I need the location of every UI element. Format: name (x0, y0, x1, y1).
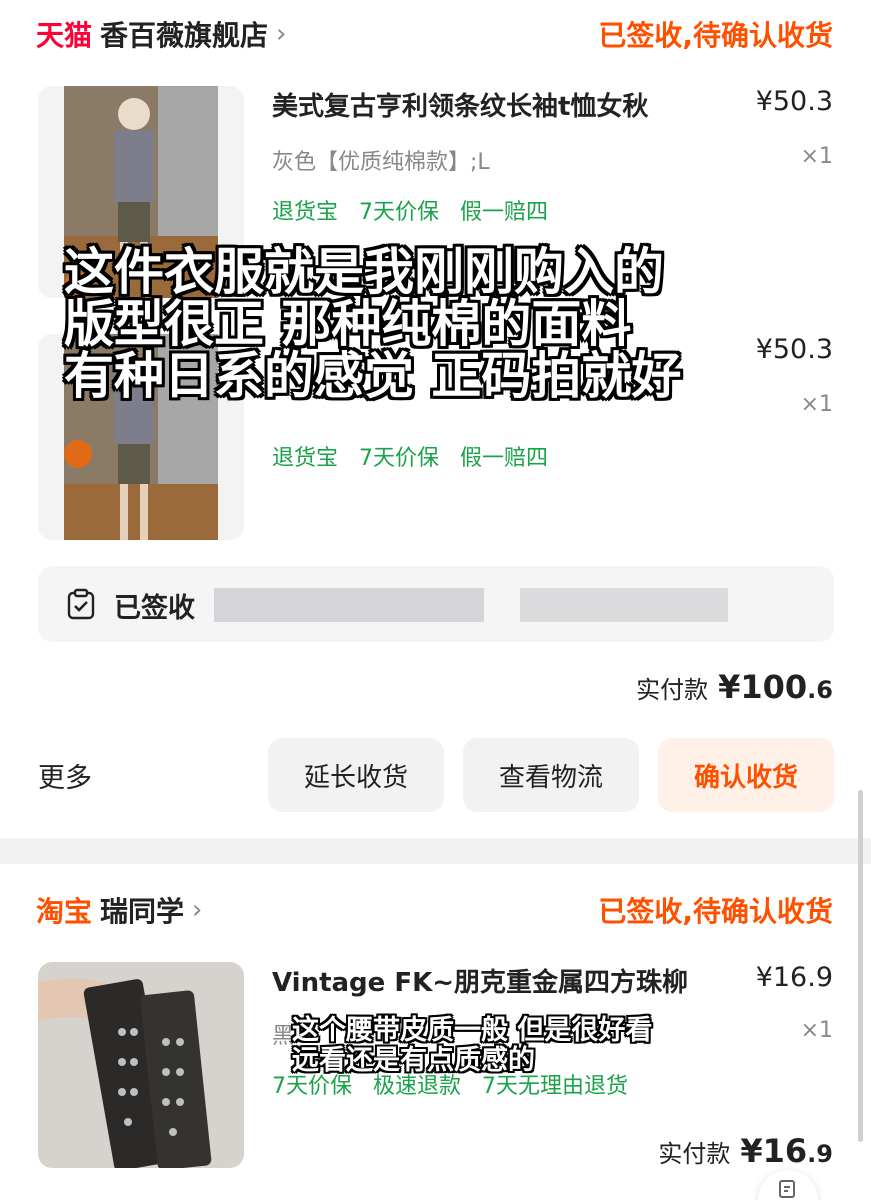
chevron-right-icon: › (276, 19, 287, 49)
product-price: ¥16.9 (755, 962, 833, 993)
store-header[interactable]: 淘宝 瑞同学 › (36, 890, 202, 930)
more-link[interactable]: 更多 (38, 756, 92, 795)
tmall-logo: 天猫 (36, 19, 93, 52)
store-name: 瑞同学 (100, 895, 185, 928)
tag: 7天价保 (272, 1074, 352, 1099)
floating-edit-button[interactable] (758, 1170, 818, 1200)
logistics-bar[interactable]: 已签收 (38, 566, 834, 642)
video-caption: 这件衣服就是我刚刚购入的 版型很正 那种纯棉的面料 有种日系的感觉 正码拍就好 (64, 246, 834, 402)
order-status: 已签收,待确认收货 (598, 895, 833, 928)
belt-photo-icon (38, 962, 244, 1168)
caption-line: 这个腰带皮质一般 但是很好看 (292, 1015, 653, 1046)
payment-label: 实付款 (658, 1140, 731, 1168)
product-image[interactable] (38, 962, 244, 1168)
tag: 极速退款 (373, 1074, 462, 1099)
video-caption: 这个腰带皮质一般 但是很好看 远看还是有点质感的 (292, 1016, 772, 1076)
logistics-status: 已签收 (114, 593, 195, 624)
product-sku: 灰色【优质纯棉款】;L (272, 150, 490, 175)
caption-line: 有种日系的感觉 正码拍就好 (64, 347, 682, 405)
tag: 退货宝 (272, 446, 339, 471)
redacted-text (520, 588, 728, 622)
clipboard-check-icon (67, 588, 95, 620)
payment-total: 实付款 ¥16.9 (658, 1132, 833, 1170)
product-price: ¥50.3 (755, 86, 833, 117)
payment-total: 实付款 ¥100.6 (636, 668, 833, 706)
product-title[interactable]: 美式复古亨利领条纹长袖t恤女秋 (272, 86, 722, 123)
scrollbar[interactable] (858, 790, 863, 1142)
guarantee-tags: 退货宝 7天价保 假一赔四 (272, 440, 562, 472)
chevron-right-icon: › (192, 895, 203, 925)
payment-amount: ¥16.9 (740, 1132, 833, 1170)
taobao-logo: 淘宝 (36, 895, 93, 928)
caption-line: 这件衣服就是我刚刚购入的 (64, 243, 664, 301)
product-title[interactable]: Vintage FK~朋克重金属四方珠柳 (272, 962, 742, 999)
tag: 假一赔四 (460, 446, 549, 471)
caption-line: 版型很正 那种纯棉的面料 (64, 295, 632, 353)
extend-receipt-button[interactable]: 延长收货 (268, 738, 444, 812)
redacted-text (214, 588, 484, 622)
payment-amount: ¥100.6 (718, 668, 833, 706)
tag: 假一赔四 (460, 200, 549, 225)
product-sku: 黑 (272, 1024, 295, 1049)
order-status: 已签收,待确认收货 (598, 19, 833, 52)
confirm-receipt-button[interactable]: 确认收货 (658, 738, 834, 812)
product-qty: ×1 (800, 144, 833, 169)
store-header[interactable]: 天猫 香百薇旗舰店 › (36, 14, 286, 54)
view-logistics-button[interactable]: 查看物流 (463, 738, 639, 812)
edit-note-icon (779, 1180, 795, 1198)
payment-label: 实付款 (636, 676, 709, 704)
tag: 退货宝 (272, 200, 339, 225)
caption-line: 远看还是有点质感的 (292, 1045, 535, 1076)
tag: 7天价保 (359, 446, 440, 471)
tag: 7天无理由退货 (482, 1074, 629, 1099)
tag: 7天价保 (359, 200, 440, 225)
product-qty: ×1 (800, 1018, 833, 1043)
store-name: 香百薇旗舰店 (100, 19, 269, 52)
order-divider (0, 838, 871, 864)
guarantee-tags: 退货宝 7天价保 假一赔四 (272, 194, 562, 226)
